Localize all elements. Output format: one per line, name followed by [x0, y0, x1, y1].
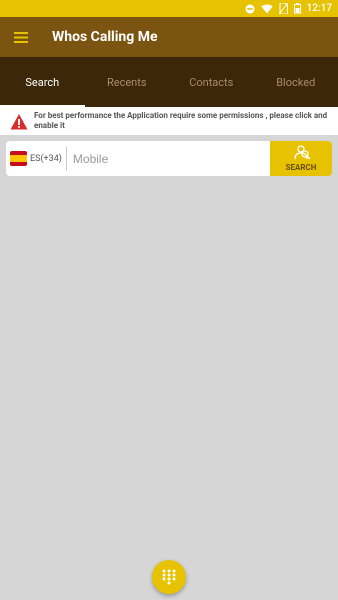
tab-search[interactable]: Search [0, 57, 85, 107]
hamburger-menu-icon[interactable] [2, 17, 40, 57]
app-title: Whos Calling Me [52, 29, 158, 45]
search-person-icon [294, 145, 311, 160]
clock: 12:17 [306, 3, 332, 14]
wifi-icon [260, 4, 273, 14]
do-not-disturb-icon [245, 4, 255, 14]
search-bar: ES(+34) SEARCH [6, 141, 332, 176]
dialpad-button[interactable] [152, 560, 186, 594]
permission-banner[interactable]: For best performance the Application req… [0, 107, 338, 135]
search-button[interactable]: SEARCH [270, 141, 332, 176]
tab-blocked[interactable]: Blocked [254, 57, 338, 107]
battery-icon [293, 3, 301, 14]
tab-bar: Search Recents Contacts Blocked [0, 57, 338, 107]
country-selector[interactable]: ES(+34) [6, 141, 62, 176]
status-bar: 12:17 [0, 0, 338, 17]
mobile-input[interactable] [66, 141, 270, 176]
no-sim-icon [278, 3, 288, 14]
search-button-label: SEARCH [285, 163, 317, 172]
country-code: ES(+34) [30, 153, 62, 164]
warning-icon [10, 114, 28, 130]
spain-flag-icon [10, 151, 27, 166]
dialpad-icon [162, 569, 176, 585]
tab-recents[interactable]: Recents [85, 57, 170, 107]
app-bar: Whos Calling Me [0, 17, 338, 57]
tab-contacts[interactable]: Contacts [169, 57, 254, 107]
permission-message: For best performance the Application req… [34, 111, 328, 130]
